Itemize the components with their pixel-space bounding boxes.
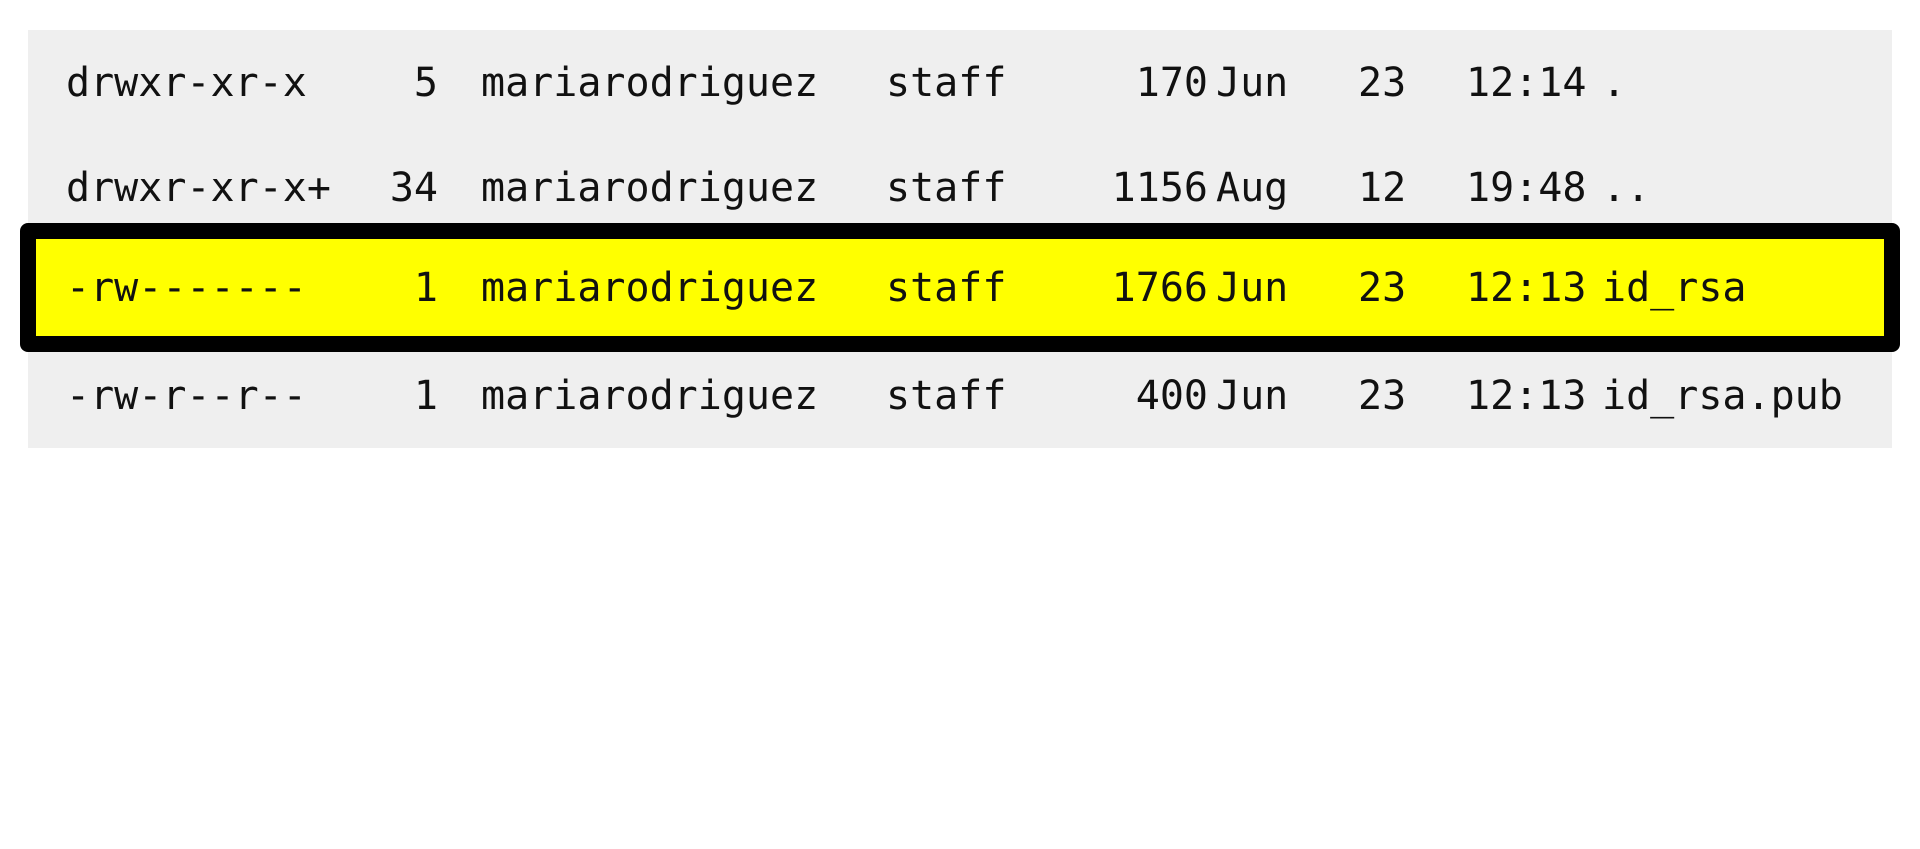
file-name: . <box>1602 59 1627 106</box>
day: 23 <box>1358 372 1407 419</box>
month: Jun <box>1216 264 1289 311</box>
file-name: id_rsa <box>1602 264 1747 311</box>
listing-row: drwxr-xr-x 5 mariarodriguez staff 170 Ju… <box>28 30 1892 135</box>
owner: mariarodriguez <box>481 59 819 106</box>
listing-row-highlighted: -rw------- 1 mariarodriguez staff 1766 J… <box>36 239 1884 336</box>
month: Jun <box>1216 59 1289 106</box>
permissions: drwxr-xr-x <box>66 59 307 106</box>
file-size: 1156 <box>1111 164 1208 211</box>
file-name: id_rsa.pub <box>1602 372 1843 419</box>
day: 12 <box>1358 164 1407 211</box>
day: 23 <box>1358 59 1407 106</box>
file-size: 1766 <box>1111 264 1208 311</box>
group: staff <box>886 59 1007 106</box>
time: 12:13 <box>1466 264 1587 311</box>
highlight-fill: -rw------- 1 mariarodriguez staff 1766 J… <box>36 239 1884 336</box>
time: 19:48 <box>1466 164 1587 211</box>
permissions: -rw------- <box>66 264 307 311</box>
month: Aug <box>1216 164 1289 211</box>
group: staff <box>886 372 1007 419</box>
time: 12:14 <box>1466 59 1587 106</box>
link-count: 1 <box>413 372 438 419</box>
highlight-box: -rw------- 1 mariarodriguez staff 1766 J… <box>20 223 1900 352</box>
time: 12:13 <box>1466 372 1587 419</box>
link-count: 34 <box>389 164 438 211</box>
file-size: 170 <box>1135 59 1208 106</box>
group: staff <box>886 264 1007 311</box>
listing-row: -rw-r--r-- 1 mariarodriguez staff 400 Ju… <box>28 343 1892 448</box>
month: Jun <box>1216 372 1289 419</box>
day: 23 <box>1358 264 1407 311</box>
file-size: 400 <box>1135 372 1208 419</box>
link-count: 5 <box>413 59 438 106</box>
permissions: drwxr-xr-x+ <box>66 164 331 211</box>
file-name: .. <box>1602 164 1651 211</box>
link-count: 1 <box>413 264 438 311</box>
owner: mariarodriguez <box>481 164 819 211</box>
group: staff <box>886 164 1007 211</box>
owner: mariarodriguez <box>481 264 819 311</box>
owner: mariarodriguez <box>481 372 819 419</box>
